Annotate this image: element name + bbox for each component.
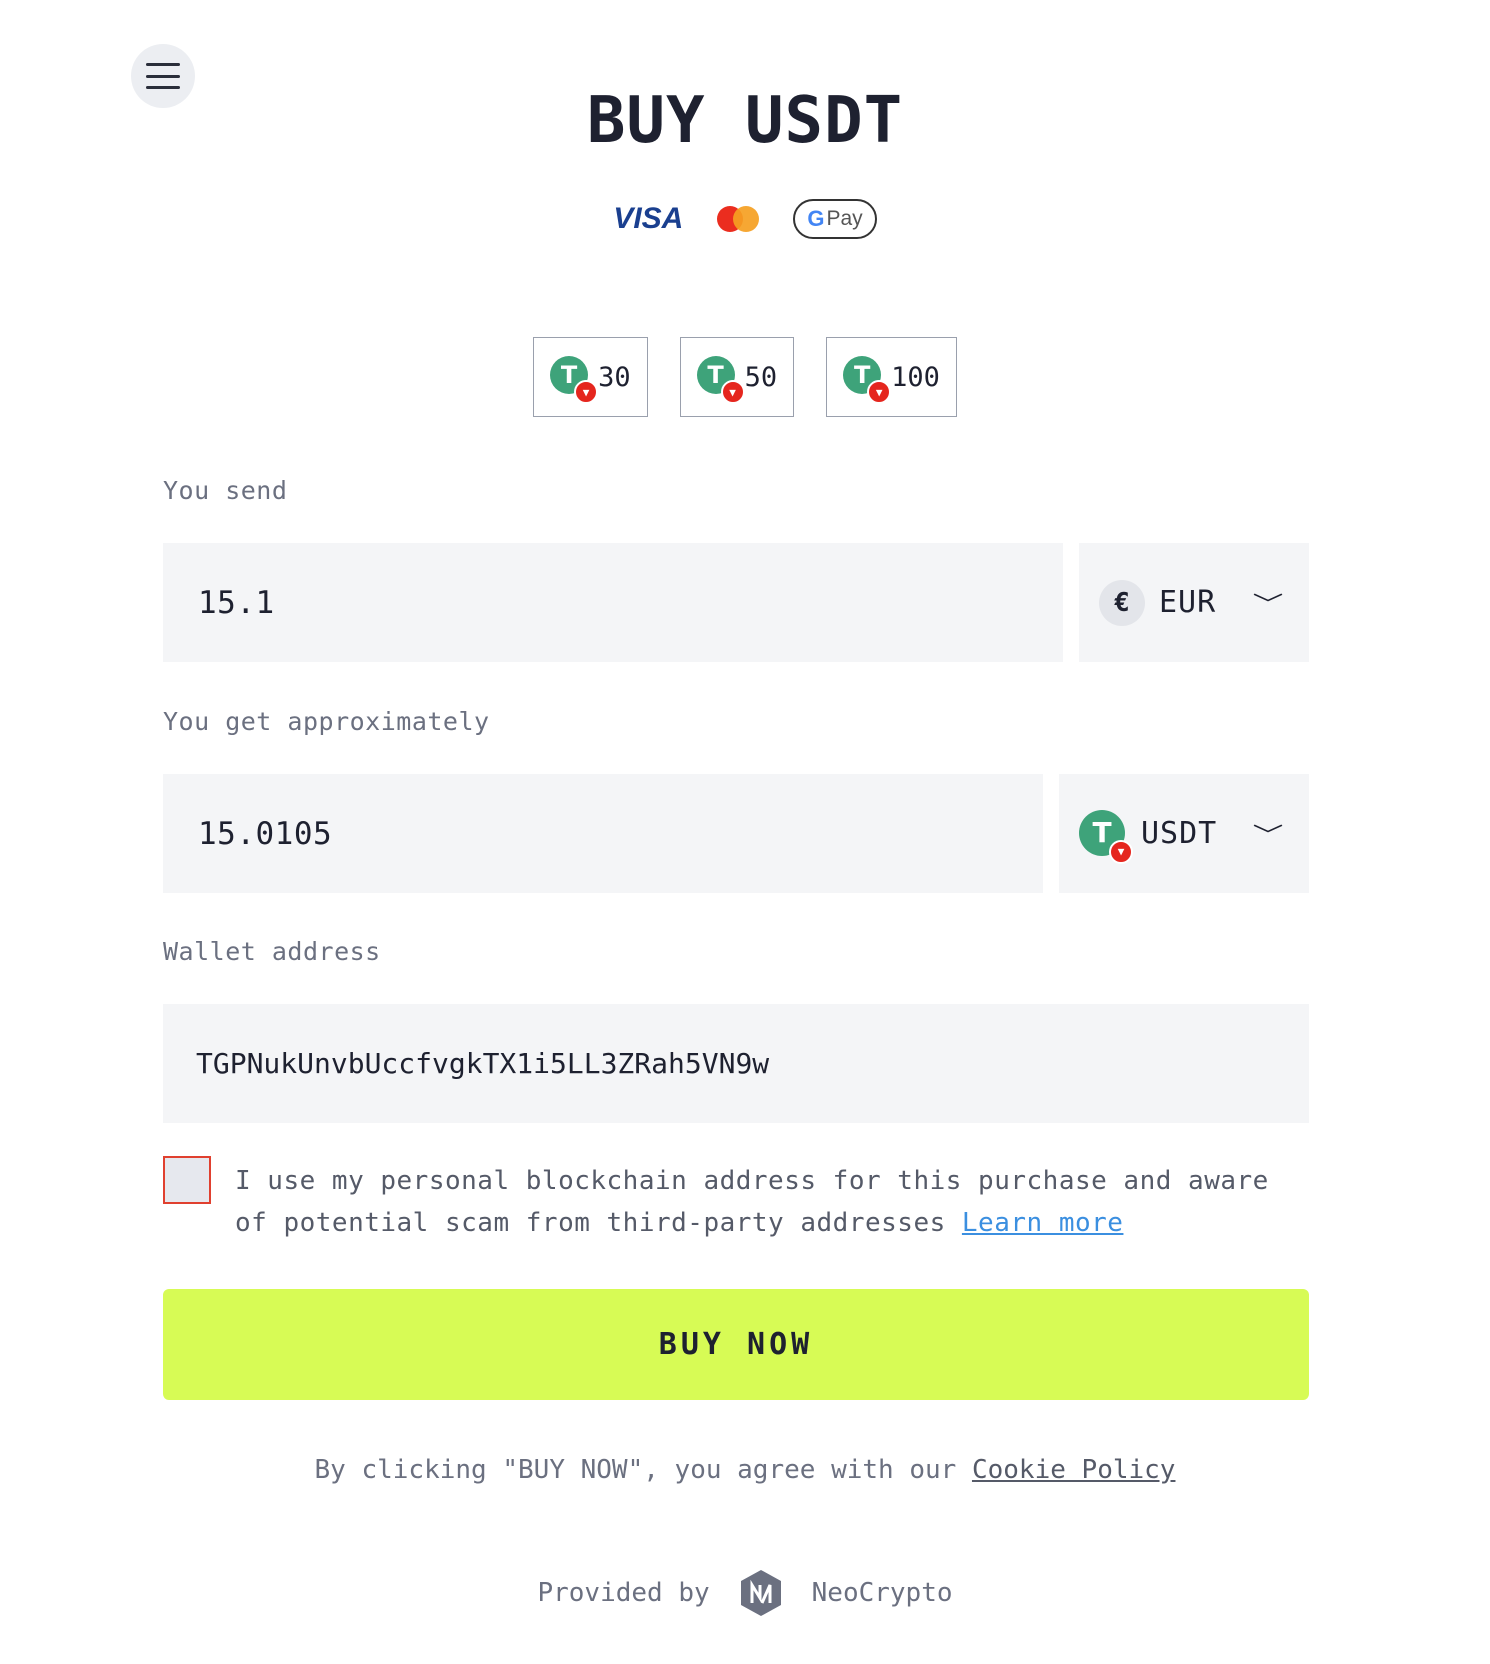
get-amount-input[interactable]: 15.0105 (163, 774, 1043, 893)
provider-name: NeoCrypto (811, 1578, 953, 1608)
wallet-address-input[interactable]: TGPNukUnvbUccfvgkTX1i5LL3ZRah5VN9w (163, 1004, 1309, 1123)
send-label: You send (163, 476, 288, 505)
preset-button-50[interactable]: T ▼ 50 (679, 337, 795, 417)
terms-text: By clicking "BUY NOW", you agree with ou… (0, 1455, 1490, 1485)
mastercard-logo (717, 206, 760, 232)
learn-more-link[interactable]: Learn more (962, 1208, 1124, 1238)
send-amount-input[interactable]: 15.1 (163, 543, 1063, 662)
preset-amount: 100 (891, 361, 940, 393)
send-currency-label: EUR (1159, 585, 1217, 620)
wallet-address-value: TGPNukUnvbUccfvgkTX1i5LL3ZRah5VN9w (196, 1047, 770, 1080)
wallet-label: Wallet address (163, 937, 381, 966)
provider-footer: Provided by NeoCrypto (0, 1568, 1490, 1618)
get-label: You get approximately (163, 707, 490, 736)
send-amount-value: 15.1 (198, 584, 275, 621)
google-pay-g: G (807, 206, 825, 231)
cookie-policy-link[interactable]: Cookie Policy (972, 1455, 1176, 1485)
tether-icon: T ▼ (550, 356, 599, 404)
neocrypto-logo (740, 1570, 781, 1616)
preset-amount: 50 (744, 361, 778, 393)
page-title: BUY USDT (586, 84, 904, 158)
preset-button-30[interactable]: T ▼ 30 (533, 337, 648, 417)
send-currency-select[interactable]: € EUR ﹀ (1079, 543, 1309, 662)
get-amount-value: 15.0105 (198, 815, 333, 852)
payment-methods: VISA G Pay (0, 199, 1490, 239)
tether-icon: T ▼ (843, 356, 892, 404)
terms-label: By clicking "BUY NOW", you agree with ou… (314, 1455, 957, 1485)
google-pay-logo: G Pay (793, 199, 877, 239)
tron-icon: ▼ (574, 380, 599, 404)
consent-text: I use my personal blockchain address for… (235, 1160, 1275, 1244)
tether-icon: T ▼ (1079, 809, 1133, 864)
tron-icon: ▼ (867, 380, 892, 404)
provider-prefix: Provided by (537, 1578, 710, 1608)
tron-icon: ▼ (1109, 839, 1133, 864)
chevron-down-icon: ﹀ (1252, 592, 1284, 618)
google-pay-label: Pay (826, 207, 863, 230)
visa-logo: VISA (613, 202, 684, 235)
get-currency-label: USDT (1141, 816, 1218, 851)
tron-icon: ▼ (720, 380, 745, 404)
preset-button-100[interactable]: T ▼ 100 (826, 337, 957, 417)
consent-checkbox[interactable] (163, 1156, 211, 1204)
preset-amount: 30 (598, 361, 631, 393)
buy-now-button[interactable]: BUY NOW (163, 1289, 1309, 1400)
get-currency-select[interactable]: T ▼ USDT ﹀ (1059, 774, 1309, 893)
euro-icon: € (1099, 579, 1145, 626)
tether-icon: T ▼ (696, 356, 745, 404)
amount-presets: T ▼ 30 T ▼ 50 T ▼ 100 (0, 337, 1490, 417)
chevron-down-icon: ﹀ (1252, 823, 1284, 849)
